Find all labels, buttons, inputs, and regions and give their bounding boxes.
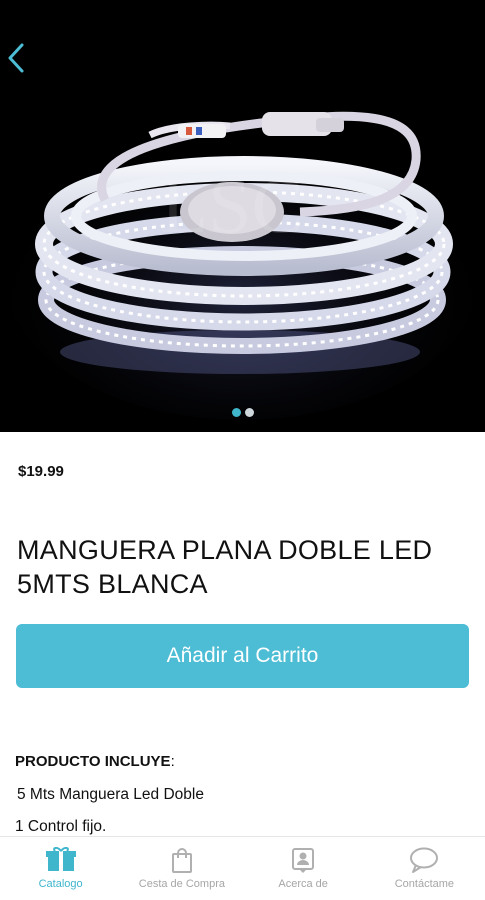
product-price: $19.99	[18, 463, 64, 480]
tab-catalogo[interactable]: Catalogo	[0, 837, 121, 900]
gallery-pagination	[0, 408, 485, 417]
watermark-text: LSC	[160, 162, 303, 249]
back-button[interactable]	[6, 42, 36, 78]
product-title: MANGUERA PLANA DOBLE LED 5MTS BLANCA	[17, 535, 433, 599]
pagination-dot-1[interactable]	[231, 408, 241, 417]
tab-label: Contáctame	[394, 878, 455, 890]
description-heading-label: PRODUCTO INCLUYE	[15, 753, 171, 770]
gift-icon	[44, 846, 78, 874]
pagination-dot-2[interactable]	[244, 408, 254, 417]
description-item: 1 Control fijo.	[15, 818, 107, 835]
bottom-tab-bar: Catalogo Cesta de Compra Acerca de Contá…	[0, 836, 485, 900]
tab-contactame[interactable]: Contáctame	[364, 837, 485, 900]
tab-label: Cesta de Compra	[138, 878, 225, 890]
chat-bubble-icon	[407, 846, 441, 874]
tab-label: Catalogo	[38, 878, 83, 890]
led-strip-image: LSC	[0, 0, 485, 432]
description-item: 5 Mts Manguera Led Doble	[17, 786, 204, 803]
profile-card-icon	[286, 846, 320, 874]
description-heading-suffix: :	[170, 753, 175, 770]
add-to-cart-button[interactable]: Añadir al Carrito	[16, 624, 469, 688]
description-heading: PRODUCTO INCLUYE:	[15, 753, 175, 770]
product-image-gallery[interactable]: LSC	[0, 0, 485, 432]
shopping-bag-icon	[165, 846, 199, 874]
tab-acerca-de[interactable]: Acerca de	[243, 837, 364, 900]
tab-label: Acerca de	[278, 878, 328, 890]
tab-cesta-de-compra[interactable]: Cesta de Compra	[121, 837, 242, 900]
chevron-left-icon	[8, 43, 24, 73]
